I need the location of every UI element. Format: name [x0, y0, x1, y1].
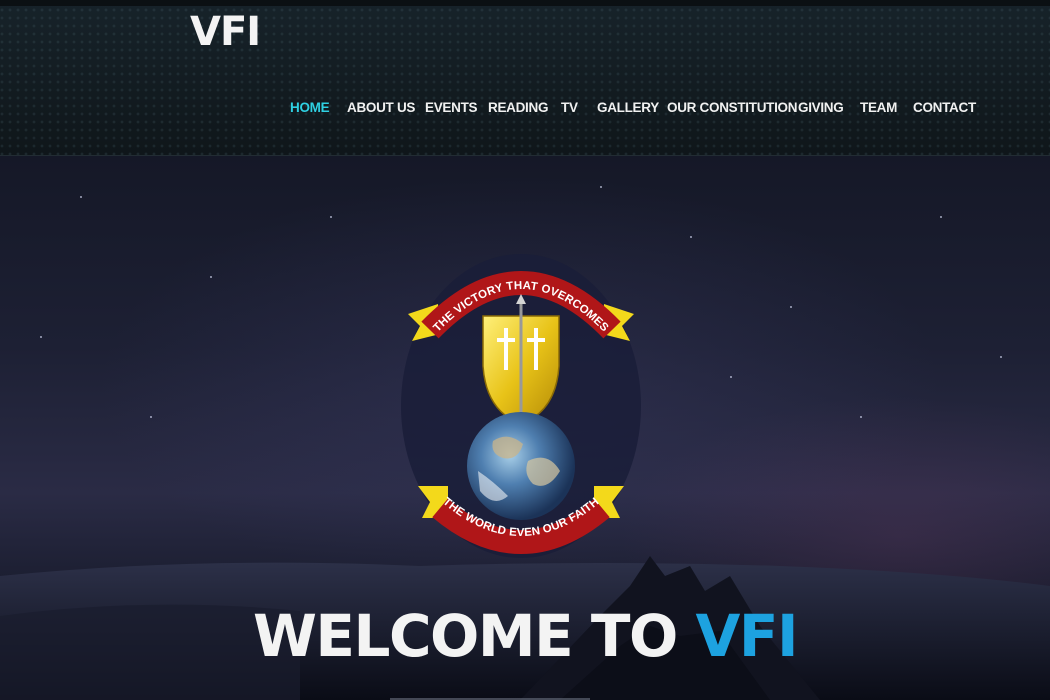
hero-section: THE VICTORY THAT OVERCOMES THE WORLD EVE… [0, 156, 1050, 700]
nav-events[interactable]: EVENTS [425, 100, 478, 115]
nav-reading[interactable]: READING [488, 100, 548, 115]
nav-tv[interactable]: TV [561, 100, 578, 115]
welcome-accent: VFI [695, 602, 798, 670]
welcome-heading: WELCOME TO VFI [0, 604, 1050, 668]
nav-contact[interactable]: CONTACT [913, 100, 976, 115]
nav-gallery[interactable]: GALLERY [597, 100, 659, 115]
globe-icon [467, 412, 575, 520]
nav-giving[interactable]: GIVING [798, 100, 844, 115]
nav-our-constitution[interactable]: OUR CONSTITUTION [667, 100, 798, 115]
nav-about-us[interactable]: ABOUT US [347, 100, 415, 115]
vfi-emblem: THE VICTORY THAT OVERCOMES THE WORLD EVE… [401, 254, 641, 558]
nav-home[interactable]: HOME [290, 100, 330, 115]
site-logo[interactable]: VFI [190, 10, 261, 54]
site-header: VFI HOME ABOUT US EVENTS READING TV GALL… [0, 0, 1050, 156]
welcome-prefix: WELCOME TO [252, 602, 678, 670]
nav-team[interactable]: TEAM [860, 100, 897, 115]
